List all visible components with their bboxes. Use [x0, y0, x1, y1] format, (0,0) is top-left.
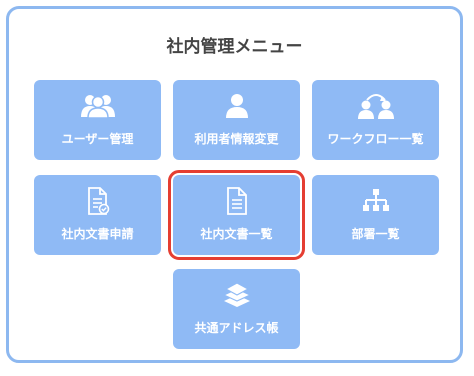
tile-user-info-change[interactable]: 利用者情報変更: [173, 80, 300, 160]
tile-workflow-list[interactable]: ワークフロー一覧: [312, 80, 439, 160]
workflow-icon: [312, 92, 439, 120]
tile-department-list[interactable]: 部署一覧: [312, 175, 439, 255]
document-icon: [173, 187, 300, 215]
admin-menu-panel: 社内管理メニュー ユーザー管理 利用者情報変更 ワークフロー一覧 社内文書申請 …: [6, 6, 463, 363]
org-chart-icon: [312, 187, 439, 215]
tile-user-management[interactable]: ユーザー管理: [34, 80, 161, 160]
address-book-icon: [173, 281, 300, 309]
tile-label: 共通アドレス帳: [194, 321, 279, 335]
tile-label: ワークフロー一覧: [327, 132, 424, 146]
user-icon: [173, 92, 300, 120]
users-icon: [34, 92, 161, 120]
tile-address-book[interactable]: 共通アドレス帳: [173, 269, 300, 349]
tile-label: 社内文書申請: [61, 227, 134, 241]
tile-label: 社内文書一覧: [200, 227, 273, 241]
tile-document-list[interactable]: 社内文書一覧: [168, 170, 305, 260]
tile-label: 利用者情報変更: [194, 132, 279, 146]
menu-title: 社内管理メニュー: [166, 37, 303, 57]
tile-label: 部署一覧: [351, 227, 400, 241]
tile-label: ユーザー管理: [61, 132, 134, 146]
document-check-icon: [34, 187, 161, 215]
tile-document-application[interactable]: 社内文書申請: [34, 175, 161, 255]
